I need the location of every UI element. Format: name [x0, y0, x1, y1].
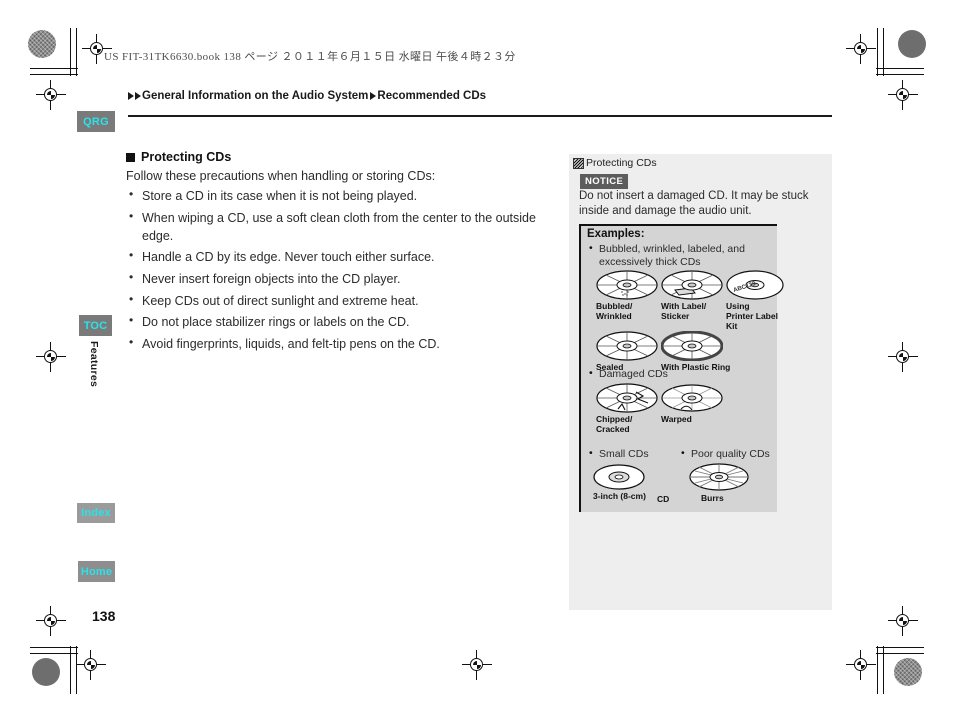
hatched-square-icon [573, 157, 584, 169]
examples-title: Examples: [587, 228, 645, 240]
sidebar-tab-toc[interactable]: TOC [79, 315, 112, 336]
sidebar-tab-qrg[interactable]: QRG [77, 111, 115, 132]
section-heading-text: Protecting CDs [141, 150, 232, 164]
examples-group-label-0: Bubbled, wrinkled, labeled, and excessiv… [589, 242, 759, 269]
registration-mark-bottom-inner-right [846, 650, 876, 680]
registration-mark-left-middle [36, 342, 66, 372]
side-panel-title: Protecting CDs [573, 157, 657, 169]
breadcrumb: General Information on the Audio System … [128, 90, 486, 102]
examples-group-label-1: Damaged CDs [589, 367, 759, 381]
cd-example-chipped-cracked: Chipped/ Cracked [596, 383, 658, 435]
sidebar-tab-home[interactable]: Home [78, 561, 115, 582]
main-content: Protecting CDs Follow these precautions … [126, 150, 556, 357]
list-item: Handle a CD by its edge. Never touch eit… [126, 247, 556, 266]
cd-disc-icon [689, 463, 749, 491]
cd-example-caption: Chipped/ Cracked [596, 414, 633, 435]
triangle-right-icon [370, 92, 377, 100]
breadcrumb-rule [128, 115, 832, 117]
registration-mark-top-left [36, 80, 66, 110]
side-panel-title-text: Protecting CDs [586, 157, 657, 169]
examples-group-label-3: Poor quality CDs [681, 447, 791, 461]
square-bullet-icon [126, 152, 135, 162]
list-item: When wiping a CD, use a soft clean cloth… [126, 208, 556, 245]
notice-text: Do not insert a damaged CD. It may be st… [579, 190, 809, 218]
cd-disc-icon [661, 270, 723, 300]
cd-example-bubbled-wrinkled: Bubbled/ Wrinkled [596, 270, 658, 322]
cd-disc-icon: ABC123 [726, 270, 784, 300]
list-item: Avoid fingerprints, liquids, and felt-ti… [126, 334, 556, 353]
notice-badge: NOTICE [580, 174, 629, 189]
cd-example-printer-label-kit: ABC123 Using Printer Label Kit [726, 270, 784, 332]
cd-disc-icon [661, 331, 723, 361]
trim-corner-top-right [876, 28, 924, 76]
registration-mark-top-inner-right [846, 34, 876, 64]
cd-example-with-label-sticker: With Label/ Sticker [661, 270, 723, 322]
cd-example-warped: Warped [661, 383, 723, 424]
triangle-right-icon [128, 92, 134, 100]
manual-page: US FIT-31TK6630.book 138 ページ ２０１１年６月１５日 … [0, 0, 954, 718]
section-lead-text: Follow these precautions when handling o… [126, 169, 436, 183]
cd-disc-icon [596, 270, 658, 300]
list-item: Never insert foreign objects into the CD… [126, 269, 556, 288]
cd-disc-icon [661, 384, 723, 412]
examples-group-label-2: Small CDs [589, 447, 679, 461]
list-item: Do not place stabilizer rings or labels … [126, 312, 556, 331]
side-panel: Protecting CDs NOTICE Do not insert a da… [569, 154, 832, 610]
registration-mark-bottom-center [462, 650, 492, 680]
print-header-book-line: US FIT-31TK6630.book 138 ページ ２０１１年６月１５日 … [104, 51, 516, 63]
cd-disc-icon [596, 331, 658, 361]
list-item: Store a CD in its case when it is not be… [126, 186, 556, 205]
small-cd-unit-label: CD [657, 494, 670, 504]
cd-example-with-plastic-ring: With Plastic Ring [661, 331, 771, 372]
breadcrumb-item-0[interactable]: General Information on the Audio System [142, 90, 368, 102]
cd-example-sealed: Sealed [596, 331, 658, 372]
sidebar-tab-index[interactable]: Index [77, 503, 115, 523]
precautions-list: Store a CD in its case when it is not be… [126, 186, 556, 353]
cd-example-caption: Warped [661, 414, 692, 424]
cd-example-caption: Burrs [701, 493, 724, 503]
trim-corner-bottom-left [30, 646, 78, 694]
list-item: Keep CDs out of direct sunlight and extr… [126, 291, 556, 310]
registration-mark-right-middle [888, 342, 918, 372]
cd-disc-icon [596, 383, 658, 413]
section-heading: Protecting CDs [126, 150, 556, 164]
cd-example-caption: Bubbled/ Wrinkled [596, 301, 633, 322]
breadcrumb-item-1[interactable]: Recommended CDs [377, 90, 486, 102]
registration-mark-bottom-right [888, 606, 918, 636]
page-number: 138 [92, 608, 116, 624]
sidebar-section-label-features: Features [88, 341, 100, 388]
cd-example-caption: With Label/ Sticker [661, 301, 707, 322]
examples-box: Examples: Bubbled, wrinkled, labeled, an… [579, 224, 784, 512]
registration-mark-bottom-left [36, 606, 66, 636]
cd-example-burrs: Burrs [689, 462, 759, 503]
cd-example-caption: Using Printer Label Kit [726, 301, 778, 332]
trim-corner-bottom-right [876, 646, 924, 694]
trim-corner-top-left [30, 28, 78, 76]
registration-mark-top-right [888, 80, 918, 110]
cd-disc-icon [593, 464, 645, 490]
registration-mark-bottom-inner-left [76, 650, 106, 680]
triangle-right-icon [135, 92, 141, 100]
